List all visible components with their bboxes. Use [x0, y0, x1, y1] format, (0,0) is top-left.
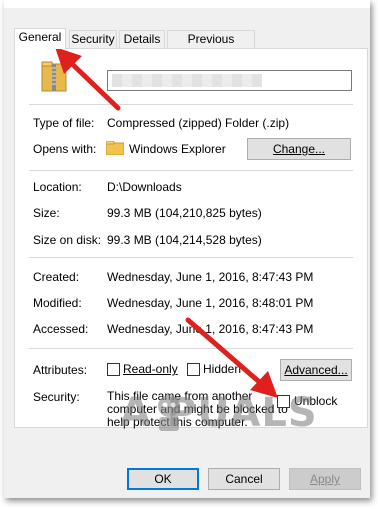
divider — [29, 348, 353, 349]
divider — [29, 257, 353, 258]
file-name-field[interactable] — [107, 70, 352, 91]
tab-security[interactable]: Security — [69, 30, 117, 48]
type-of-file-label: Type of file: — [33, 116, 95, 130]
tab-details[interactable]: Details — [119, 30, 165, 48]
modified-value: Wednesday, June 1, 2016, 8:48:01 PM — [107, 296, 314, 310]
read-only-checkbox[interactable] — [107, 363, 120, 376]
accessed-value: Wednesday, June 1, 2016, 8:47:43 PM — [107, 322, 314, 336]
location-value: D:\Downloads — [107, 180, 182, 194]
divider — [29, 104, 353, 105]
apply-button[interactable]: Apply — [289, 468, 361, 490]
change-button-label: Change... — [272, 142, 326, 156]
security-label: Security: — [33, 390, 80, 404]
size-value: 99.3 MB (104,210,825 bytes) — [107, 206, 262, 220]
tab-previous-versions[interactable]: Previous Versions — [167, 30, 255, 62]
change-button[interactable]: Change... — [247, 138, 351, 160]
accessed-label: Accessed: — [33, 322, 89, 336]
modified-label: Modified: — [33, 296, 82, 310]
read-only-label[interactable]: Read-only — [123, 362, 178, 376]
ok-button[interactable]: OK — [127, 468, 199, 490]
zip-folder-icon — [41, 61, 67, 92]
advanced-button-label: Advanced... — [284, 363, 348, 377]
file-name-redacted — [112, 74, 262, 87]
screenshot-stage: General Security Details Previous Versio… — [0, 0, 380, 509]
divider — [29, 170, 353, 171]
opens-with-label: Opens with: — [33, 142, 97, 156]
general-panel: Type of file: Compressed (zipped) Folder… — [14, 48, 368, 429]
hidden-label[interactable]: Hidden — [203, 362, 241, 376]
opens-with-value: Windows Explorer — [129, 142, 226, 156]
watermark-mascot-icon — [158, 395, 180, 431]
created-value: Wednesday, June 1, 2016, 8:47:43 PM — [107, 270, 314, 284]
properties-dialog: General Security Details Previous Versio… — [4, 0, 370, 498]
created-label: Created: — [33, 270, 80, 284]
watermark: A PUALS — [120, 390, 318, 436]
title-bar-fragment — [4, 0, 370, 8]
size-on-disk-label: Size on disk: — [33, 233, 102, 247]
tab-general[interactable]: General — [14, 28, 66, 49]
apply-button-label: Apply — [309, 472, 341, 486]
hidden-checkbox[interactable] — [187, 363, 200, 376]
size-label: Size: — [33, 206, 60, 220]
location-label: Location: — [33, 180, 82, 194]
type-of-file-value: Compressed (zipped) Folder (.zip) — [107, 116, 290, 130]
attributes-label: Attributes: — [33, 363, 88, 377]
advanced-button[interactable]: Advanced... — [280, 359, 352, 381]
windows-explorer-icon — [106, 141, 124, 155]
size-on-disk-value: 99.3 MB (104,214,528 bytes) — [107, 233, 262, 247]
cancel-button[interactable]: Cancel — [208, 468, 280, 490]
